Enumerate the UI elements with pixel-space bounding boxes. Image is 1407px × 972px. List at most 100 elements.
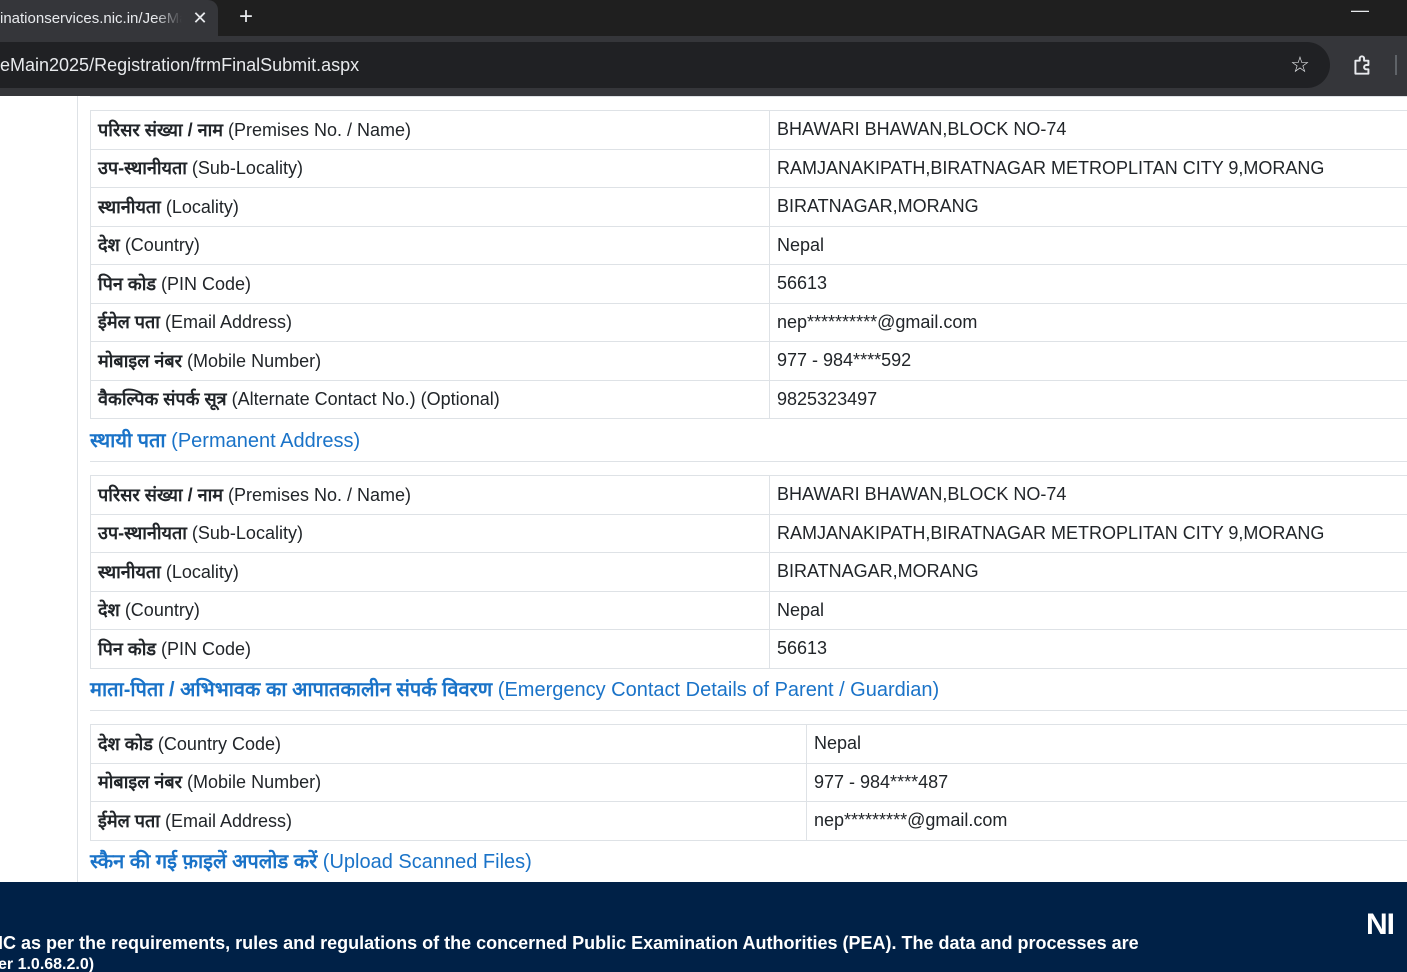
- table-row: देश (Country) Nepal: [90, 225, 1407, 265]
- close-tab-icon[interactable]: ✕: [188, 6, 212, 30]
- field-label-en: (Premises No. / Name): [223, 119, 412, 140]
- emergency-contact-heading-en: (Emergency Contact Details of Parent / G…: [492, 679, 940, 701]
- table-row: उप-स्थानीयता (Sub-Locality) RAMJANAKIPATH…: [90, 513, 1407, 553]
- permanent-address-heading-hi: स्थायी पता: [90, 430, 166, 452]
- field-label-en: (Locality): [160, 196, 239, 217]
- table-row: वैकल्पिक संपर्क सूत्र (Alternate Contact…: [90, 379, 1407, 419]
- field-value: BIRATNAGAR,MORANG: [769, 187, 1407, 227]
- upload-heading-hi: स्कैन की गई फ़ाइलें अपलोड करें: [90, 851, 318, 873]
- field-label: देश (Country): [90, 590, 770, 630]
- table-row: परिसर संख्या / नाम (Premises No. / Name)…: [90, 475, 1407, 515]
- browser-tab[interactable]: inationservices.nic.in/JeeMain2025 ✕: [0, 0, 218, 36]
- field-value: RAMJANAKIPATH,BIRATNAGAR METROPLITAN CIT…: [769, 148, 1407, 188]
- field-label-hi: देश कोड: [98, 733, 153, 754]
- minimize-window-icon[interactable]: —: [1348, 1, 1372, 22]
- field-value: nep*********@gmail.com: [806, 801, 1407, 841]
- field-label: ईमेल पता (Email Address): [90, 302, 770, 342]
- field-label-en: (Country): [119, 600, 200, 621]
- field-label-en: (Country): [119, 235, 200, 256]
- field-label-en: (Sub-Locality): [186, 158, 303, 179]
- field-label-hi: परिसर संख्या / नाम: [98, 119, 223, 140]
- permanent-address-table: परिसर संख्या / नाम (Premises No. / Name)…: [90, 475, 1407, 669]
- page-content: परिसर संख्या / नाम (Premises No. / Name)…: [0, 96, 1407, 882]
- browser-tab-strip: inationservices.nic.in/JeeMain2025 ✕ + —: [0, 0, 1407, 36]
- field-value: 977 - 984****487: [806, 762, 1407, 802]
- table-row: देश (Country) Nepal: [90, 590, 1407, 630]
- field-label-hi: उप-स्थानीयता: [98, 523, 187, 544]
- field-label-en: (Mobile Number): [182, 350, 322, 371]
- section-divider: [90, 461, 1407, 462]
- upload-heading-en: (Upload Scanned Files): [317, 851, 532, 873]
- field-label: ईमेल पता (Email Address): [90, 801, 807, 841]
- browser-toolbar: eMain2025/Registration/frmFinalSubmit.as…: [0, 36, 1407, 96]
- site-footer: IC as per the requirements, rules and re…: [0, 882, 1407, 972]
- field-value: 56613: [769, 264, 1407, 304]
- field-label-hi: स्थानीयता: [98, 561, 161, 582]
- new-tab-icon[interactable]: +: [232, 3, 260, 31]
- field-label-hi: पिन कोड: [98, 273, 156, 294]
- table-row: ईमेल पता (Email Address) nep**********@gm…: [90, 302, 1407, 342]
- field-label: परिसर संख्या / नाम (Premises No. / Name): [90, 110, 770, 150]
- left-border: [77, 96, 78, 882]
- field-label-en: (PIN Code): [156, 273, 252, 294]
- field-value: 56613: [769, 629, 1407, 669]
- field-label: स्थानीयता (Locality): [90, 552, 770, 592]
- address-bar-url[interactable]: eMain2025/Registration/frmFinalSubmit.as…: [0, 42, 359, 88]
- field-label-hi: परिसर संख्या / नाम: [98, 484, 223, 505]
- table-row: ईमेल पता (Email Address) nep*********@gma…: [90, 801, 1407, 841]
- field-value: 9825323497: [769, 379, 1407, 419]
- nic-logo: NI: [1366, 908, 1395, 941]
- emergency-contact-heading: माता-पिता / अभिभावक का आपातकालीन संपर्क …: [90, 675, 939, 702]
- field-value: nep**********@gmail.com: [769, 302, 1407, 342]
- table-row: स्थानीयता (Locality) BIRATNAGAR,MORANG: [90, 552, 1407, 592]
- correspondence-address-table: परिसर संख्या / नाम (Premises No. / Name)…: [90, 110, 1407, 419]
- field-value: Nepal: [769, 225, 1407, 265]
- field-value: BHAWARI BHAWAN,BLOCK NO-74: [769, 110, 1407, 150]
- field-value: BHAWARI BHAWAN,BLOCK NO-74: [769, 475, 1407, 515]
- field-label-hi: स्थानीयता: [98, 196, 161, 217]
- footer-disclaimer: IC as per the requirements, rules and re…: [0, 933, 1139, 953]
- field-label-en: (Sub-Locality): [186, 523, 303, 544]
- field-label-en: (Locality): [160, 561, 239, 582]
- field-value: Nepal: [769, 590, 1407, 630]
- emergency-contact-table: देश कोड (Country Code) Nepal मोबाइल नंबर (…: [90, 724, 1407, 841]
- field-label-en: (Email Address): [159, 312, 292, 333]
- field-label: उप-स्थानीयता (Sub-Locality): [90, 148, 770, 188]
- footer-version: er 1.0.68.2.0): [0, 956, 95, 972]
- field-label-hi: उप-स्थानीयता: [98, 158, 187, 179]
- field-value: BIRATNAGAR,MORANG: [769, 552, 1407, 592]
- upload-scanned-files-heading: स्कैन की गई फ़ाइलें अपलोड करें (Upload S…: [90, 847, 532, 874]
- field-label-hi: मोबाइल नंबर: [98, 350, 183, 371]
- field-label-hi: ईमेल पता: [98, 810, 160, 831]
- table-row: देश कोड (Country Code) Nepal: [90, 724, 1407, 764]
- section-divider: [90, 710, 1407, 711]
- table-row: मोबाइल नंबर (Mobile Number) 977 - 984****…: [90, 341, 1407, 381]
- field-label-hi: ईमेल पता: [98, 312, 160, 333]
- field-label-en: (Email Address): [159, 810, 292, 831]
- bookmark-star-icon[interactable]: ☆: [1288, 53, 1312, 77]
- toolbar-divider: [1395, 55, 1397, 75]
- field-label-en: (Country Code): [152, 733, 281, 754]
- address-bar[interactable]: eMain2025/Registration/frmFinalSubmit.as…: [0, 42, 1330, 88]
- table-row: पिन कोड (PIN Code) 56613: [90, 264, 1407, 304]
- field-value: RAMJANAKIPATH,BIRATNAGAR METROPLITAN CIT…: [769, 513, 1407, 553]
- field-value: 977 - 984****592: [769, 341, 1407, 381]
- field-label: देश कोड (Country Code): [90, 724, 807, 764]
- field-label: वैकल्पिक संपर्क सूत्र (Alternate Contact…: [90, 379, 770, 419]
- field-label: पिन कोड (PIN Code): [90, 629, 770, 669]
- field-label-hi: वैकल्पिक संपर्क सूत्र: [98, 389, 227, 410]
- table-row: उप-स्थानीयता (Sub-Locality) RAMJANAKIPATH…: [90, 148, 1407, 188]
- table-row: मोबाइल नंबर (Mobile Number) 977 - 984****…: [90, 762, 1407, 802]
- field-label-hi: मोबाइल नंबर: [98, 772, 183, 793]
- field-label-en: (PIN Code): [156, 638, 252, 659]
- permanent-address-heading-en: (Permanent Address): [165, 430, 361, 452]
- field-label: उप-स्थानीयता (Sub-Locality): [90, 513, 770, 553]
- field-label: मोबाइल नंबर (Mobile Number): [90, 762, 807, 802]
- extensions-puzzle-icon[interactable]: [1350, 52, 1376, 78]
- field-label-en: (Premises No. / Name): [223, 484, 412, 505]
- field-label-en: (Alternate Contact No.) (Optional): [226, 389, 500, 410]
- top-border: [90, 96, 1407, 97]
- field-label: स्थानीयता (Locality): [90, 187, 770, 227]
- permanent-address-heading: स्थायी पता (Permanent Address): [90, 426, 360, 453]
- field-value: Nepal: [806, 724, 1407, 764]
